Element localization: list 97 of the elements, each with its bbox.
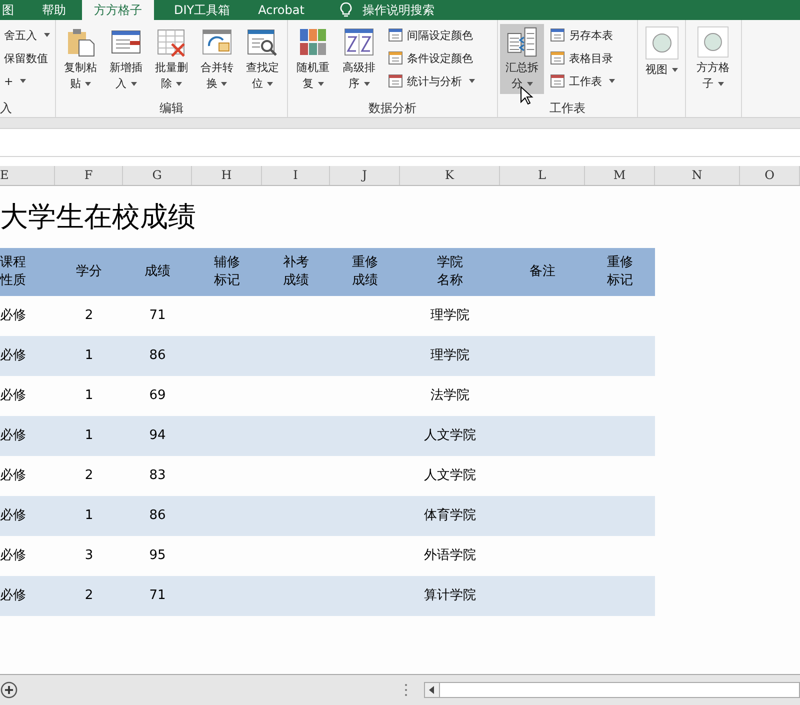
table-cell-text: 2 [84, 467, 94, 485]
column-header[interactable]: M [585, 166, 655, 185]
ribbon-tab[interactable]: 帮助 [30, 0, 78, 20]
ribbon-small-button[interactable]: 统计与分析 [386, 70, 486, 92]
table-cell-text: 1 [84, 387, 94, 405]
ribbon-tab[interactable]: DIY工具箱 [162, 0, 242, 20]
add-sheet-icon[interactable] [0, 681, 18, 699]
header-cell-text: 课程性质 [0, 254, 27, 290]
table-cell-text: 必修 [0, 387, 27, 405]
column-header[interactable]: N [655, 166, 740, 185]
table-cell-text: 理学院 [430, 307, 470, 325]
column-header[interactable]: J [330, 166, 400, 185]
table-cell-text: 算计学院 [423, 587, 477, 605]
ribbon-button[interactable]: 查找定位 [240, 24, 286, 94]
ribbon-small-button[interactable]: 间隔设定颜色 [386, 24, 486, 46]
ribbon-small-button[interactable]: 保留数值 [4, 47, 53, 69]
ribbon-small-button[interactable]: 条件设定颜色 [386, 47, 486, 69]
column-header[interactable]: K [400, 166, 500, 185]
column-header[interactable]: F [55, 166, 123, 185]
table-cell-text: 必修 [0, 587, 27, 605]
table-cell-text: 必修 [0, 467, 27, 485]
ribbon-button[interactable]: 随机重复 [290, 24, 336, 94]
table-cell-text: 86 [148, 347, 167, 365]
header-cell-text: 辅修标记 [213, 254, 241, 290]
ribbon-small-button[interactable]: 另存本表 [548, 24, 634, 46]
column-header[interactable]: E [0, 166, 55, 185]
ribbon-small-button[interactable]: 舍五入 [4, 24, 53, 46]
group-label: 入 [0, 100, 13, 117]
ribbon-button[interactable]: 新增插入 [103, 24, 149, 94]
table-cell-text: 必修 [0, 507, 27, 525]
ribbon-button[interactable]: 高级排序 [336, 24, 382, 94]
ribbon-tab[interactable]: 图 [0, 0, 16, 20]
columns-arrows-icon [505, 26, 539, 58]
column-header[interactable]: I [262, 166, 330, 185]
group-label: 数据分析 [368, 100, 418, 117]
pointer-cursor-icon [520, 86, 534, 106]
ribbon-tab[interactable]: 方方格子 [82, 0, 154, 20]
table-cell-text: 69 [148, 387, 167, 405]
table-cell-text: 1 [84, 507, 94, 525]
group-label: 编辑 [158, 100, 184, 117]
table-cell-text: 1 [84, 347, 94, 365]
table-cell-text: 86 [148, 507, 167, 525]
ribbon-small-button[interactable]: + [4, 70, 53, 92]
header-cell-text: 补考成绩 [282, 254, 310, 290]
table-icon [550, 27, 566, 43]
header-cell-text: 成绩 [144, 263, 172, 281]
ribbon-button[interactable]: 合并转换 [194, 24, 240, 94]
table-cell-text: 必修 [0, 547, 27, 565]
ribbon-small-button[interactable]: 表格目录 [548, 47, 634, 69]
ribbon-button[interactable]: 视图 [640, 24, 683, 94]
table-cell-text: 71 [148, 587, 167, 605]
table-cell-text: 人文学院 [423, 427, 477, 445]
table-cell-text: 必修 [0, 347, 27, 365]
column-header[interactable]: L [500, 166, 585, 185]
ribbon-button[interactable]: 方方格子 [688, 24, 738, 94]
ribbon-small-button[interactable]: 工作表 [548, 70, 634, 92]
table-cell-text: 2 [84, 307, 94, 325]
table-cell-text: 3 [84, 547, 94, 565]
ribbon-button[interactable]: 复制粘贴 [58, 24, 104, 94]
scroll-left-icon[interactable] [425, 683, 440, 697]
column-header[interactable]: G [123, 166, 192, 185]
table-cell-text: 71 [148, 307, 167, 325]
table-cell-text: 必修 [0, 427, 27, 445]
table-cell-text: 人文学院 [423, 467, 477, 485]
ribbon-button[interactable]: 批量删除 [148, 24, 194, 94]
header-cell-text: 重修成绩 [351, 254, 379, 290]
table-icon [388, 50, 404, 66]
header-cell-text: 学院名称 [436, 254, 464, 290]
table-icon [550, 73, 566, 89]
table-cell-text: 法学院 [430, 387, 470, 405]
column-header[interactable]: H [192, 166, 262, 185]
tell-me-search[interactable]: 操作说明搜索 [362, 2, 434, 18]
header-cell-text: 重修标记 [606, 254, 634, 290]
column-header[interactable]: O [740, 166, 800, 185]
table-cell-text: 外语学院 [423, 547, 477, 565]
header-cell-text: 学分 [75, 263, 103, 281]
sort-icon [343, 26, 375, 58]
table-icon [550, 50, 566, 66]
horizontal-scrollbar[interactable] [424, 682, 800, 698]
table-cell-text: 1 [84, 427, 94, 445]
table-icon [388, 73, 404, 89]
group-label: 工作表 [548, 100, 586, 117]
table-cell-text: 94 [148, 427, 167, 445]
table-cell-text: 理学院 [430, 347, 470, 365]
lightbulb-icon [340, 2, 352, 18]
sheet-title: 大学生在校成绩 [0, 199, 197, 235]
table-cell-text: 83 [148, 467, 167, 485]
table-cell-text: 体育学院 [423, 506, 477, 525]
color-grid-icon [297, 26, 329, 58]
ribbon-tab[interactable]: Acrobat [246, 0, 316, 20]
ribbon-button[interactable]: 汇总拆分 [500, 24, 544, 94]
table-icon [388, 27, 404, 43]
table-cell-text: 95 [148, 547, 167, 565]
table-cell-text: 2 [84, 587, 94, 605]
splitter-icon[interactable] [404, 683, 408, 697]
table-cell-text: 必修 [0, 307, 27, 325]
header-cell-text: 备注 [528, 263, 556, 281]
